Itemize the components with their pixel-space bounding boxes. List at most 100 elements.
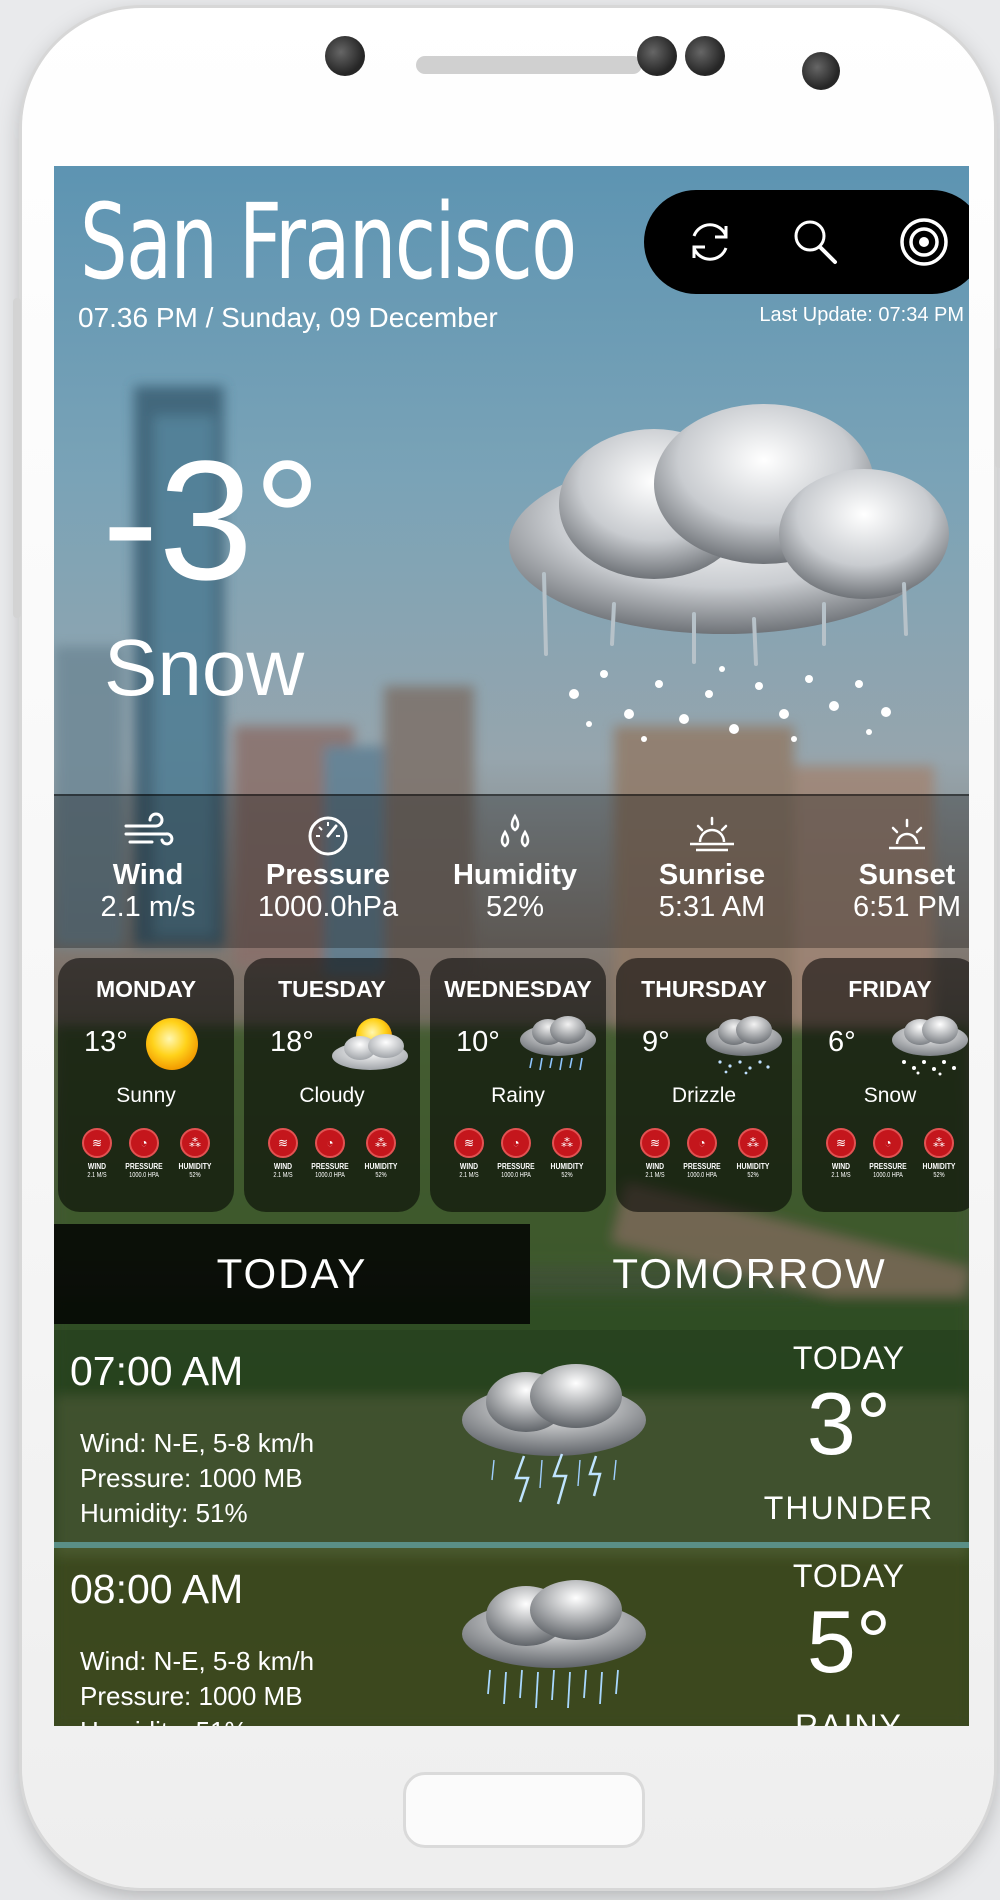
mini-value: 52%	[375, 1172, 387, 1179]
day-metrics: ≋ WIND 2.1 M/S ◔ PRESSURE 1000.0 HPA ⁂ HUMIDI…	[630, 1128, 780, 1198]
location-target-icon[interactable]	[896, 214, 952, 270]
sensor-right	[685, 36, 725, 76]
stats-bar: Wind 2.1 m/s Pressure 1000.0hPa Humidity…	[54, 794, 969, 948]
mini-label: HUMIDITY	[922, 1162, 956, 1171]
drizzle-cloud-icon	[706, 1016, 782, 1075]
mini-pressure: ◔ PRESSURE 1000.0 HPA	[863, 1128, 913, 1179]
day-card[interactable]: TUESDAY 18° Cloudy ≋ WIND 2.1 M/S ◔ PRESSUR…	[244, 958, 420, 1212]
sunset-icon	[889, 818, 925, 850]
day-temp: 18°	[270, 1026, 314, 1058]
tab-tomorrow[interactable]: TOMORROW	[530, 1224, 969, 1324]
mini-value: 2.1 M/S	[273, 1172, 293, 1179]
home-button[interactable]	[403, 1772, 645, 1848]
droplets-icon	[500, 813, 530, 848]
current-temperature: -3°	[102, 426, 322, 616]
mini-label: HUMIDITY	[550, 1162, 584, 1171]
mini-pressure: ◔ PRESSURE 1000.0 HPA	[119, 1128, 169, 1179]
mini-pressure: ◔ PRESSURE 1000.0 HPA	[491, 1128, 541, 1179]
mini-humidity: ⁂ HUMIDITY 52%	[542, 1128, 592, 1179]
day-temp: 13°	[84, 1026, 128, 1058]
sunrise-icon	[690, 816, 734, 852]
mini-label: WIND	[273, 1162, 293, 1171]
hourly-row[interactable]: 08:00 AM Wind: N-E, 5-8 km/h Pressure: 1…	[54, 1548, 969, 1726]
hour-humidity: Humidity: 51%	[80, 1714, 314, 1726]
mini-value: 2.1 M/S	[831, 1172, 851, 1179]
side-button-right	[995, 348, 1000, 468]
day-card[interactable]: MONDAY 13° Sunny ≋ WIND 2.1 M/S ◔ PRESSURE 1…	[58, 958, 234, 1212]
day-condition: Sunny	[116, 1084, 176, 1107]
mini-value: 1000.0 HPA	[687, 1172, 717, 1179]
app-screen: San Francisco 07.36 PM / Sunday, 09 Dece…	[54, 166, 969, 1726]
mini-value: 2.1 M/S	[87, 1172, 107, 1179]
wind-icon: ≋	[268, 1128, 298, 1158]
mini-humidity: ⁂ HUMIDITY 52%	[728, 1128, 778, 1179]
hour-pressure: Pressure: 1000 MB	[80, 1681, 303, 1711]
mini-value: 2.1 M/S	[459, 1172, 479, 1179]
day-metrics: ≋ WIND 2.1 M/S ◔ PRESSURE 1000.0 HPA ⁂ HUMIDI…	[816, 1128, 966, 1198]
hour-time: 08:00 AM	[70, 1566, 244, 1612]
search-icon[interactable]	[787, 214, 843, 270]
mini-value: 1000.0 HPA	[129, 1172, 159, 1179]
current-condition: Snow	[104, 623, 305, 712]
droplets-icon: ⁂	[366, 1128, 396, 1158]
rain-cloud-icon	[462, 1580, 646, 1709]
stat-value: 52%	[485, 890, 545, 923]
gauge-icon: ◔	[687, 1128, 717, 1158]
wind-icon: ≋	[82, 1128, 112, 1158]
hour-time: 07:00 AM	[70, 1348, 244, 1394]
mini-value: 1000.0 HPA	[315, 1172, 345, 1179]
mini-value: 2.1 M/S	[645, 1172, 665, 1179]
day-card[interactable]: FRIDAY 6° Snow ≋ WIND 2.1 M/S ◔ PRESSURE 100…	[802, 958, 969, 1212]
gauge-icon: ◔	[129, 1128, 159, 1158]
mini-value: 52%	[933, 1172, 945, 1179]
mini-wind: ≋ WIND 2.1 M/S	[630, 1128, 680, 1179]
stat-label: Humidity	[452, 859, 578, 891]
gauge-icon: ◔	[315, 1128, 345, 1158]
stat-value: 2.1 m/s	[100, 890, 196, 923]
gauge-icon: ◔	[501, 1128, 531, 1158]
mini-label: PRESSURE	[683, 1162, 721, 1171]
sun-icon	[146, 1018, 198, 1070]
earpiece-speaker	[416, 56, 642, 74]
stat-sunset: Sunset 6:51 PM	[812, 812, 969, 922]
droplets-icon: ⁂	[924, 1128, 954, 1158]
day-name: MONDAY	[95, 976, 197, 1002]
mini-wind: ≋ WIND 2.1 M/S	[72, 1128, 122, 1179]
day-metrics: ≋ WIND 2.1 M/S ◔ PRESSURE 1000.0 HPA ⁂ HUMIDI…	[258, 1128, 408, 1198]
hour-day: TODAY	[792, 1340, 906, 1376]
hourly-row[interactable]: 07:00 AM Wind: N-E, 5-8 km/h Pressure: 1…	[54, 1330, 969, 1544]
mini-pressure: ◔ PRESSURE 1000.0 HPA	[305, 1128, 355, 1179]
droplets-icon: ⁂	[738, 1128, 768, 1158]
tab-today[interactable]: TODAY	[54, 1224, 530, 1324]
mini-wind: ≋ WIND 2.1 M/S	[816, 1128, 866, 1179]
mini-label: PRESSURE	[869, 1162, 907, 1171]
day-condition: Cloudy	[299, 1084, 365, 1107]
stat-label: Pressure	[265, 859, 391, 891]
droplets-icon: ⁂	[552, 1128, 582, 1158]
wind-icon: ≋	[826, 1128, 856, 1158]
droplets-icon: ⁂	[180, 1128, 210, 1158]
hour-wind: Wind: N-E, 5-8 km/h	[80, 1646, 315, 1676]
hour-day: TODAY	[792, 1558, 906, 1594]
stat-humidity: Humidity 52%	[420, 812, 610, 922]
mini-label: PRESSURE	[125, 1162, 163, 1171]
mini-humidity: ⁂ HUMIDITY 52%	[170, 1128, 220, 1179]
hour-temp: 3°	[806, 1374, 892, 1473]
mini-label: WIND	[459, 1162, 479, 1171]
mini-label: PRESSURE	[311, 1162, 349, 1171]
mini-label: PRESSURE	[497, 1162, 535, 1171]
date-time: 07.36 PM / Sunday, 09 December	[78, 302, 498, 333]
hour-details: Wind: N-E, 5-8 km/h Pressure: 1000 MB Hu…	[80, 1644, 314, 1726]
day-card[interactable]: THURSDAY 9° Drizzle ≋ WIND 2.1 M/S ◔ PRESSU…	[616, 958, 792, 1212]
day-name: WEDNESDAY	[444, 976, 592, 1002]
last-update: Last Update: 07:34 PM	[759, 304, 964, 326]
hour-humidity: Humidity: 51%	[80, 1498, 248, 1528]
day-name: FRIDAY	[848, 976, 932, 1002]
day-temp: 10°	[456, 1026, 500, 1058]
wind-icon: ≋	[454, 1128, 484, 1158]
wind-icon	[124, 812, 174, 846]
day-card[interactable]: WEDNESDAY 10° Rainy ≋ WIND 2.1 M/S ◔ PRESSU…	[430, 958, 606, 1212]
refresh-icon[interactable]	[682, 214, 738, 270]
hour-temp: 5°	[806, 1592, 892, 1691]
day-metrics: ≋ WIND 2.1 M/S ◔ PRESSURE 1000.0 HPA ⁂ HUMIDI…	[444, 1128, 594, 1198]
